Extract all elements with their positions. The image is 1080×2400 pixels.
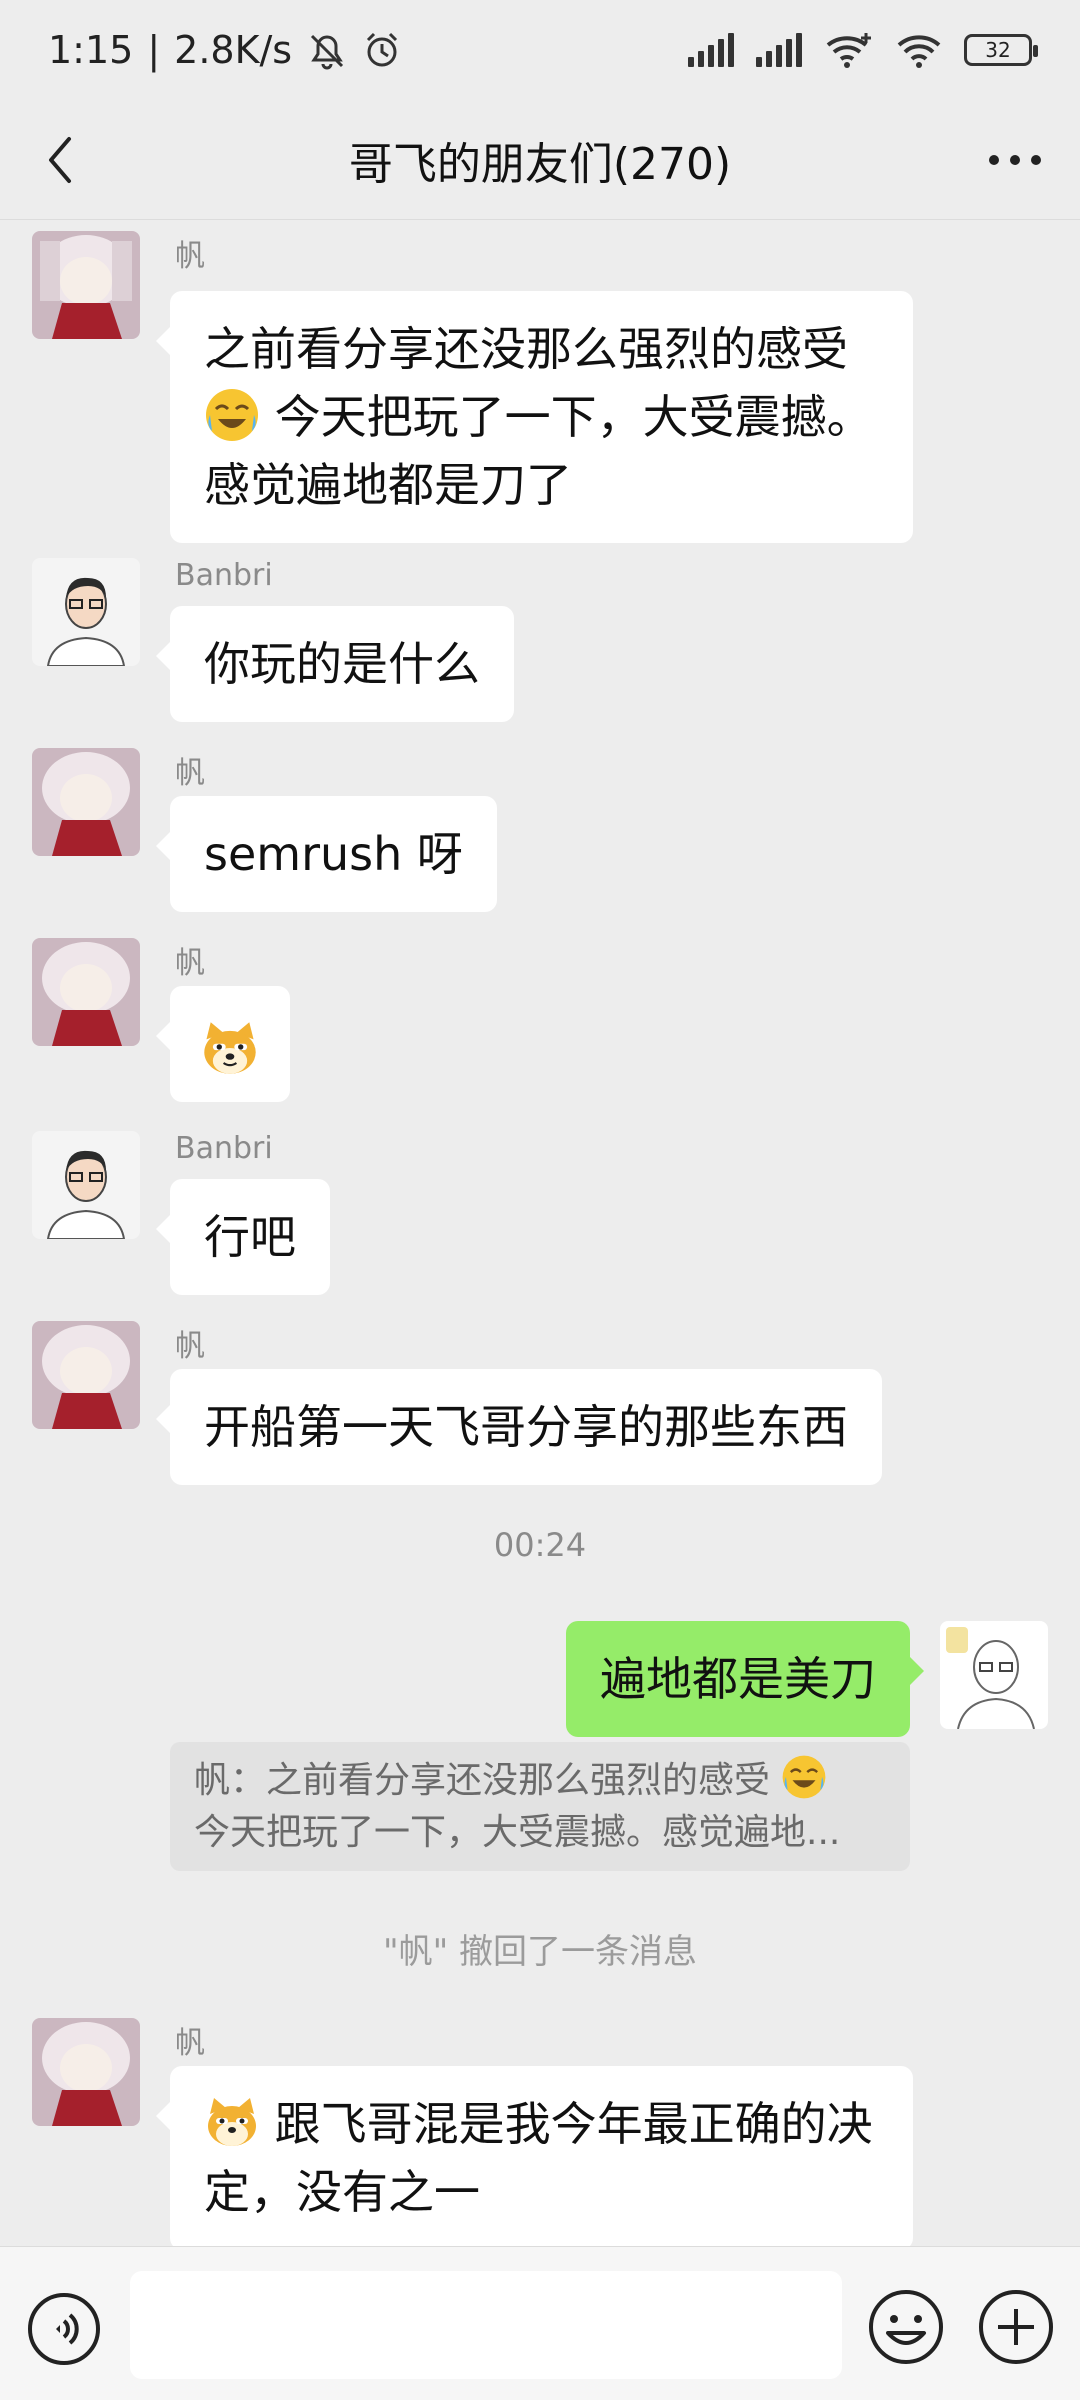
avatar-fan[interactable]: [32, 748, 140, 856]
message-bubble[interactable]: 开船第一天飞哥分享的那些东西: [156, 1369, 882, 1485]
signal-icon-2: [756, 33, 802, 67]
laugh-cry-emoji-icon: [206, 389, 258, 441]
message-bubble[interactable]: semrush 呀: [156, 796, 497, 912]
back-button[interactable]: [30, 130, 90, 190]
message-list[interactable]: 帆 之前看分享还没那么强烈的感受 今天把玩了一下，大受震撼。 感觉遍地都是刀了: [0, 221, 1080, 2246]
message-item: 帆 跟飞哥混是我今年最正确的决 定，没有之一: [0, 2018, 1080, 2246]
doge-emoji-icon: [204, 1021, 256, 1074]
message-bubble[interactable]: 行吧: [156, 1179, 330, 1295]
battery-level: 32: [985, 38, 1011, 62]
message-item: 帆 开船第一天飞哥分享的那些东西: [0, 1321, 1080, 1485]
message-bubble[interactable]: 之前看分享还没那么强烈的感受 今天把玩了一下，大受震撼。 感觉遍地都是刀了: [156, 291, 913, 543]
voice-button[interactable]: [26, 2291, 102, 2367]
avatar-fan[interactable]: [32, 231, 140, 339]
network-speed: 2.8K/s: [174, 28, 293, 72]
more-options-button[interactable]: [976, 2287, 1056, 2367]
avatar-fan[interactable]: [32, 2018, 140, 2126]
more-button[interactable]: [980, 130, 1050, 190]
sender-name: Banbri: [175, 1131, 273, 1166]
wifi-icon: [897, 35, 941, 68]
voice-icon: [28, 2293, 100, 2365]
more-icon: [989, 155, 1041, 165]
alarm-icon: [367, 32, 398, 67]
emoji-icon: [869, 2290, 943, 2364]
message-item: 帆 之前看分享还没那么强烈的感受 今天把玩了一下，大受震撼。 感觉遍地都是刀了: [0, 231, 1080, 543]
avatar-fan[interactable]: [32, 938, 140, 1046]
avatar-banbri[interactable]: [32, 558, 140, 666]
quoted-message[interactable]: 帆：之前看分享还没那么强烈的感受 今天把玩了一下，大受震撼。感觉遍地...: [170, 1742, 910, 1871]
message-line: 之前看分享还没那么强烈的感受: [204, 322, 848, 376]
status-time: 1:15: [48, 28, 134, 72]
sender-name: 帆: [175, 756, 205, 791]
own-message-item: 遍地都是美刀: [0, 1621, 1080, 1741]
avatar-self[interactable]: [940, 1621, 1048, 1729]
quote-line: 今天把玩了一下，大受震撼。感觉遍地...: [194, 1812, 841, 1853]
message-line: 今天把玩了一下，大受震撼。: [274, 390, 873, 444]
signal-icon: [688, 33, 734, 67]
plus-icon: [979, 2290, 1053, 2364]
message-line: 定，没有之一: [204, 2165, 480, 2219]
message-line: 感觉遍地都是刀了: [204, 458, 572, 512]
sender-name: 帆: [175, 2026, 205, 2061]
message-bubble[interactable]: [156, 986, 290, 1102]
laugh-cry-emoji-icon: [783, 1755, 826, 1799]
doge-emoji-icon: [208, 2098, 256, 2146]
message-bubble[interactable]: 跟飞哥混是我今年最正确的决 定，没有之一: [156, 2066, 913, 2246]
avatar-fan[interactable]: [32, 1321, 140, 1429]
message-bubble[interactable]: 你玩的是什么: [156, 606, 514, 722]
avatar-banbri[interactable]: [32, 1131, 140, 1239]
message-input[interactable]: [130, 2271, 842, 2379]
back-arrow-icon: [49, 137, 71, 183]
sender-name: Banbri: [175, 558, 273, 593]
timestamp: 00:24: [493, 1526, 587, 1564]
message-line: 跟飞哥混是我今年最正确的决: [274, 2097, 873, 2151]
status-bar: 1:15 | 2.8K/s 32: [0, 0, 1080, 100]
message-item: Banbri 行吧: [0, 1131, 1080, 1295]
sender-name: 帆: [175, 239, 205, 274]
recall-notice: "帆" 撤回了一条消息: [382, 1932, 698, 1972]
own-message-bubble[interactable]: 遍地都是美刀: [566, 1621, 924, 1737]
chat-input-bar: [0, 2246, 1080, 2400]
message-item: 帆 semrush 呀: [0, 748, 1080, 912]
sender-name: 帆: [175, 1329, 205, 1364]
quote-line: 帆：之前看分享还没那么强烈的感受: [194, 1760, 771, 1801]
emoji-button[interactable]: [866, 2287, 946, 2367]
chat-header: 哥飞的朋友们(270): [0, 100, 1080, 220]
mute-icon: [311, 34, 344, 70]
status-divider: |: [147, 28, 161, 72]
message-item: 帆: [0, 938, 1080, 1102]
message-item: Banbri 你玩的是什么: [0, 558, 1080, 722]
chat-title: 哥飞的朋友们(270): [348, 138, 732, 190]
sender-name: 帆: [175, 946, 205, 981]
wifi-plus-icon: [826, 33, 871, 68]
battery-icon: 32: [964, 34, 1038, 66]
